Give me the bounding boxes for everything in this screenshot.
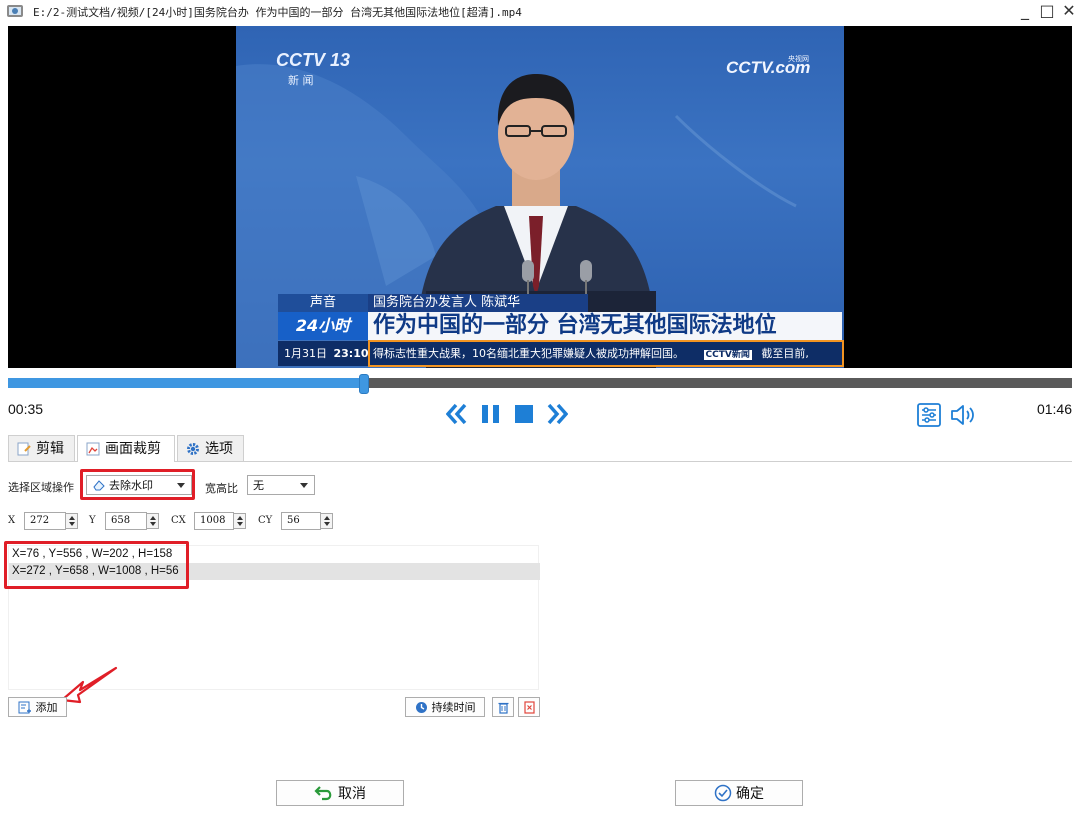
ok-button[interactable]: 确定: [675, 780, 803, 806]
trash-icon: [498, 702, 508, 714]
check-circle-icon: [714, 784, 732, 802]
pause-icon[interactable]: [480, 403, 502, 425]
rewind-icon[interactable]: [446, 403, 468, 425]
date-clock: 1月31日 23:10: [278, 341, 369, 366]
clear-list-icon: [523, 700, 535, 714]
caption-tag: 声音: [278, 294, 368, 312]
y-input[interactable]: 658: [105, 512, 147, 530]
ticker-text: 得标志性重大战果，10名缅北重大犯罪嫌疑人被成功押解回国。: [373, 347, 684, 360]
ok-button-label: 确定: [736, 786, 764, 802]
tab-crop-label: 画面裁剪: [105, 441, 161, 457]
duration-button[interactable]: 持续时间: [405, 697, 485, 717]
x-stepper[interactable]: [65, 513, 78, 529]
x-input[interactable]: 272: [24, 512, 66, 530]
highlight-region-op: [80, 469, 195, 500]
current-time: 00:35: [8, 401, 44, 417]
title-bar: E:/2-测试文档/视频/[24小时]国务院台办 作为中国的一部分 台湾无其他国…: [0, 0, 1080, 24]
ticker-tail: 截至目前,: [761, 347, 809, 360]
date-text: 1月31日: [284, 347, 327, 360]
maximize-button[interactable]: □: [1036, 0, 1058, 24]
settings-sliders-icon[interactable]: [917, 403, 941, 427]
highlight-region-list: [4, 541, 189, 589]
volume-icon[interactable]: [949, 403, 977, 427]
crop-image-icon: [86, 442, 100, 456]
cy-input[interactable]: 56: [281, 512, 321, 530]
cancel-button[interactable]: 取消: [276, 780, 404, 806]
add-button-label: 添加: [35, 701, 58, 714]
aspect-value: 无: [253, 479, 264, 492]
caption-speaker: 国务院台办发言人 陈斌华: [368, 294, 588, 312]
seek-bar-handle[interactable]: [359, 374, 369, 394]
clock-icon: [415, 701, 427, 713]
app-icon: [6, 3, 24, 19]
x-label: X: [8, 515, 16, 526]
headline: 作为中国的一部分 台湾无其他国际法地位: [368, 312, 842, 340]
aspect-label: 宽高比: [205, 482, 238, 495]
fast-forward-icon[interactable]: [546, 403, 568, 425]
duration-button-label: 持续时间: [431, 701, 476, 714]
gear-icon: [187, 442, 199, 455]
aspect-select[interactable]: 无: [247, 475, 315, 495]
cancel-button-label: 取消: [338, 786, 366, 802]
ticker: 得标志性重大战果，10名缅北重大犯罪嫌疑人被成功押解回国。 CCTV新闻 截至目…: [368, 340, 844, 367]
program-tag: 24小时: [278, 312, 368, 340]
delete-button[interactable]: [492, 697, 514, 717]
edit-icon: [17, 442, 31, 455]
cx-stepper[interactable]: [233, 513, 246, 529]
channel-sub: 新 闻: [288, 74, 314, 87]
y-stepper[interactable]: [146, 513, 159, 529]
stop-icon[interactable]: [513, 403, 535, 425]
seek-bar-progress: [8, 378, 364, 388]
chevron-down-icon: [300, 483, 308, 488]
clock-text: 23:10: [333, 347, 369, 360]
video-frame: CCTV 13 新 闻 CCTV.com 央视网 声音 国务院台办发言人 陈斌华…: [236, 26, 844, 368]
tab-edit[interactable]: 剪辑: [8, 435, 75, 461]
cx-label: CX: [171, 515, 186, 526]
cy-label: CY: [258, 515, 273, 526]
tab-options-label: 选项: [205, 440, 233, 457]
ticker-logo: CCTV新闻: [703, 350, 752, 360]
add-button[interactable]: 添加: [8, 697, 67, 717]
channel-logo: CCTV 13: [276, 50, 351, 70]
close-button[interactable]: ✕: [1058, 0, 1080, 24]
video-player[interactable]: CCTV 13 新 闻 CCTV.com 央视网 声音 国务院台办发言人 陈斌华…: [8, 26, 1072, 368]
tab-edit-label: 剪辑: [36, 440, 64, 457]
cy-stepper[interactable]: [320, 513, 333, 529]
minimize-button[interactable]: _: [1014, 0, 1036, 24]
site-sub: 央视网: [788, 55, 809, 63]
annotation-arrow-icon: [60, 666, 118, 704]
undo-icon: [314, 786, 332, 801]
total-time: 01:46: [1036, 401, 1072, 417]
tab-options[interactable]: 选项: [177, 435, 244, 461]
tab-crop[interactable]: 画面裁剪: [77, 435, 175, 462]
add-icon: [18, 701, 31, 713]
region-op-label: 选择区域操作: [8, 481, 74, 494]
y-label: Y: [89, 515, 96, 526]
cx-input[interactable]: 1008: [194, 512, 234, 530]
window-title: E:/2-测试文档/视频/[24小时]国务院台办 作为中国的一部分 台湾无其他国…: [33, 6, 522, 19]
clear-button[interactable]: [518, 697, 540, 717]
